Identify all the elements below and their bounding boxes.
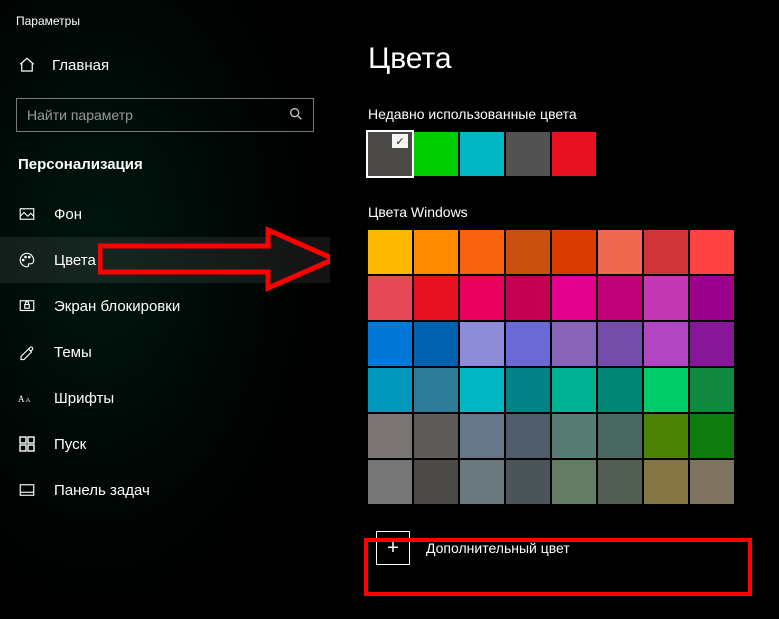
color-swatch[interactable] bbox=[506, 368, 550, 412]
color-swatch[interactable] bbox=[460, 276, 504, 320]
color-swatch[interactable] bbox=[460, 322, 504, 366]
sidebar-item-background[interactable]: Фон bbox=[0, 191, 330, 237]
sidebar-item-label: Фон bbox=[54, 206, 82, 223]
color-swatch[interactable] bbox=[460, 460, 504, 504]
nav-list: Фон Цвета Экран блокировки Темы bbox=[0, 191, 330, 513]
custom-color-button[interactable]: + Дополнительный цвет bbox=[368, 524, 779, 572]
custom-color-label: Дополнительный цвет bbox=[426, 540, 570, 556]
lockscreen-icon bbox=[18, 297, 36, 315]
home-label: Главная bbox=[52, 57, 109, 74]
color-swatch[interactable] bbox=[506, 460, 550, 504]
color-swatch[interactable] bbox=[552, 368, 596, 412]
color-swatch[interactable] bbox=[552, 414, 596, 458]
recent-colors-label: Недавно использованные цвета bbox=[330, 106, 779, 122]
themes-icon bbox=[18, 343, 36, 361]
taskbar-icon bbox=[18, 481, 36, 499]
recent-color-swatch[interactable]: ✓ bbox=[368, 132, 412, 176]
color-swatch[interactable] bbox=[598, 414, 642, 458]
section-title: Персонализация bbox=[0, 150, 330, 191]
sidebar-item-label: Экран блокировки bbox=[54, 298, 180, 315]
plus-icon: + bbox=[376, 531, 410, 565]
recent-color-swatch[interactable] bbox=[552, 132, 596, 176]
color-swatch[interactable] bbox=[368, 414, 412, 458]
windows-colors-grid bbox=[330, 230, 779, 504]
sidebar-item-label: Темы bbox=[54, 344, 92, 361]
colors-icon bbox=[18, 251, 36, 269]
recent-color-swatch[interactable] bbox=[414, 132, 458, 176]
sidebar-item-colors[interactable]: Цвета bbox=[0, 237, 330, 283]
color-swatch[interactable] bbox=[598, 368, 642, 412]
color-swatch[interactable] bbox=[460, 368, 504, 412]
color-swatch[interactable] bbox=[644, 322, 688, 366]
color-swatch[interactable] bbox=[506, 414, 550, 458]
color-swatch[interactable] bbox=[414, 460, 458, 504]
recent-colors-row: ✓ bbox=[330, 132, 779, 176]
recent-color-swatch[interactable] bbox=[460, 132, 504, 176]
sidebar: Параметры Главная Персонализация Фон bbox=[0, 0, 330, 619]
color-swatch[interactable] bbox=[506, 276, 550, 320]
sidebar-item-lockscreen[interactable]: Экран блокировки bbox=[0, 283, 330, 329]
color-swatch[interactable] bbox=[368, 230, 412, 274]
sidebar-item-fonts[interactable]: AA Шрифты bbox=[0, 375, 330, 421]
color-swatch[interactable] bbox=[644, 276, 688, 320]
color-swatch[interactable] bbox=[368, 460, 412, 504]
sidebar-item-label: Пуск bbox=[54, 436, 86, 453]
color-swatch[interactable] bbox=[414, 368, 458, 412]
page-title: Цвета bbox=[330, 42, 779, 76]
background-icon bbox=[18, 205, 36, 223]
window-title: Параметры bbox=[0, 12, 330, 46]
sidebar-item-themes[interactable]: Темы bbox=[0, 329, 330, 375]
check-icon: ✓ bbox=[392, 134, 408, 148]
color-swatch[interactable] bbox=[414, 414, 458, 458]
color-swatch[interactable] bbox=[414, 230, 458, 274]
color-swatch[interactable] bbox=[598, 230, 642, 274]
color-swatch[interactable] bbox=[552, 230, 596, 274]
color-swatch[interactable] bbox=[644, 230, 688, 274]
color-swatch[interactable] bbox=[552, 322, 596, 366]
color-swatch[interactable] bbox=[368, 322, 412, 366]
color-swatch[interactable] bbox=[460, 230, 504, 274]
main-content: Цвета Недавно использованные цвета ✓ Цве… bbox=[330, 0, 779, 619]
color-swatch[interactable] bbox=[598, 276, 642, 320]
color-swatch[interactable] bbox=[644, 368, 688, 412]
sidebar-item-taskbar[interactable]: Панель задач bbox=[0, 467, 330, 513]
color-swatch[interactable] bbox=[506, 230, 550, 274]
search-icon bbox=[288, 106, 304, 122]
color-swatch[interactable] bbox=[598, 460, 642, 504]
color-swatch[interactable] bbox=[690, 414, 734, 458]
color-swatch[interactable] bbox=[690, 276, 734, 320]
home-icon bbox=[18, 56, 36, 74]
color-swatch[interactable] bbox=[690, 230, 734, 274]
color-swatch[interactable] bbox=[690, 460, 734, 504]
start-icon bbox=[18, 435, 36, 453]
search-input[interactable] bbox=[16, 98, 314, 132]
sidebar-item-label: Цвета bbox=[54, 252, 96, 269]
color-swatch[interactable] bbox=[460, 414, 504, 458]
color-swatch[interactable] bbox=[368, 368, 412, 412]
color-swatch[interactable] bbox=[690, 322, 734, 366]
color-swatch[interactable] bbox=[644, 460, 688, 504]
color-swatch[interactable] bbox=[598, 322, 642, 366]
color-swatch[interactable] bbox=[506, 322, 550, 366]
windows-colors-label: Цвета Windows bbox=[330, 204, 779, 220]
color-swatch[interactable] bbox=[552, 460, 596, 504]
sidebar-item-start[interactable]: Пуск bbox=[0, 421, 330, 467]
color-swatch[interactable] bbox=[552, 276, 596, 320]
sidebar-item-label: Шрифты bbox=[54, 390, 114, 407]
recent-color-swatch[interactable] bbox=[506, 132, 550, 176]
color-swatch[interactable] bbox=[414, 322, 458, 366]
sidebar-item-label: Панель задач bbox=[54, 482, 150, 499]
svg-text:A: A bbox=[18, 394, 25, 404]
home-button[interactable]: Главная bbox=[0, 46, 330, 84]
fonts-icon: AA bbox=[18, 389, 36, 407]
color-swatch[interactable] bbox=[414, 276, 458, 320]
color-swatch[interactable] bbox=[690, 368, 734, 412]
color-swatch[interactable] bbox=[368, 276, 412, 320]
svg-text:A: A bbox=[26, 397, 31, 404]
color-swatch[interactable] bbox=[644, 414, 688, 458]
